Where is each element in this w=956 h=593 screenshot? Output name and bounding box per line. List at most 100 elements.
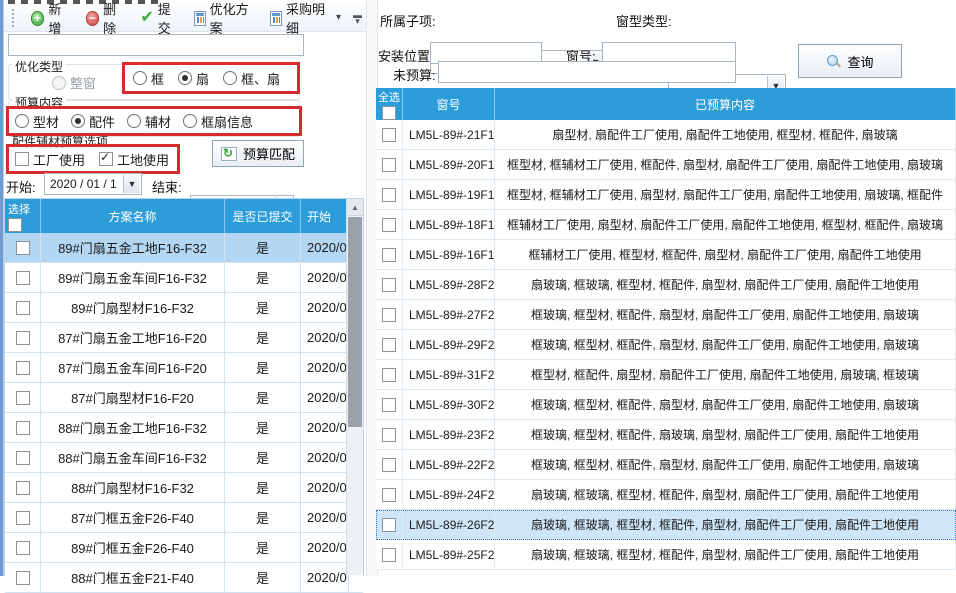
chevron-down-icon[interactable]: ▼ <box>123 175 140 193</box>
plan-table: 选择 方案名称 是否已提交 开始 89#门扇五金工地F16-F32 是 2020… <box>4 198 364 576</box>
table-row[interactable]: LM5L-89#-23F21 框玻璃, 框型材, 框配件, 扇玻璃, 扇型材, … <box>376 420 956 450</box>
table-row[interactable]: LM5L-89#-22F20 框玻璃, 框型材, 框配件, 扇型材, 扇配件工厂… <box>376 450 956 480</box>
table-row-selected[interactable]: LM5L-89#-26F24 扇玻璃, 框玻璃, 框型材, 框配件, 扇型材, … <box>376 510 956 540</box>
row-checkbox[interactable] <box>382 248 396 262</box>
row-checkbox[interactable] <box>16 421 30 435</box>
plan-name: 87#门框五金F26-F40 <box>41 503 225 532</box>
table-row[interactable]: LM5L-89#-27F25 框玻璃, 框型材, 框配件, 扇型材, 扇配件工厂… <box>376 300 956 330</box>
row-checkbox[interactable] <box>382 368 396 382</box>
window-no: LM5L-89#-19F17 <box>403 180 495 209</box>
check-icon: ✔ <box>140 10 153 26</box>
window-no: LM5L-89#-22F20 <box>403 450 495 479</box>
row-checkbox[interactable] <box>382 278 396 292</box>
table-row[interactable]: 88#门扇型材F16-F32 是 2020/0 <box>5 473 363 503</box>
scroll-up-icon[interactable]: ▲ <box>347 199 363 216</box>
window-no: LM5L-89#-29F27 <box>403 330 495 359</box>
budget-match-button[interactable]: 预算匹配 <box>212 140 304 167</box>
row-checkbox[interactable] <box>382 128 396 142</box>
plan-filter-input[interactable] <box>8 34 304 56</box>
no-budget-input[interactable] <box>438 61 736 83</box>
table-row[interactable]: LM5L-89#-19F17 框型材, 框辅材工厂使用, 扇型材, 扇配件工厂使… <box>376 180 956 210</box>
checkbox-factory-use[interactable]: 工厂使用 <box>15 150 85 169</box>
budgeted-content: 框辅材工厂使用, 扇型材, 扇配件工厂使用, 扇配件工地使用, 框型材, 框配件… <box>495 210 956 239</box>
checkbox-icon <box>99 152 113 166</box>
table-row[interactable]: 87#门扇型材F16-F20 是 2020/0 <box>5 383 363 413</box>
table-row[interactable]: 88#门扇五金工地F16-F32 是 2020/0 <box>5 413 363 443</box>
radio-profile[interactable]: 型材 <box>15 112 59 131</box>
vertical-scrollbar[interactable]: ▲ <box>346 199 363 575</box>
radio-icon <box>133 71 147 85</box>
scrollbar-thumb[interactable] <box>348 217 362 427</box>
radio-frame-sash[interactable]: 框、扇 <box>223 69 280 88</box>
report-icon <box>194 11 206 26</box>
plan-name: 88#门扇型材F16-F32 <box>41 473 225 502</box>
row-checkbox[interactable] <box>382 458 396 472</box>
row-checkbox[interactable] <box>382 158 396 172</box>
row-checkbox[interactable] <box>16 541 30 555</box>
col-budgeted-content: 已预算内容 <box>495 88 956 120</box>
toolbar: + 新增 − 删除 ✔ 提交 优化方案 采购明细 ▾ ▬▾ <box>4 5 366 32</box>
row-checkbox[interactable] <box>16 511 30 525</box>
table-row[interactable]: LM5L-89#-18F16 框辅材工厂使用, 扇型材, 扇配件工厂使用, 扇配… <box>376 210 956 240</box>
row-checkbox[interactable] <box>382 548 396 562</box>
table-row[interactable]: LM5L-89#-16F15 框辅材工厂使用, 框型材, 框配件, 扇型材, 扇… <box>376 240 956 270</box>
select-all-checkbox[interactable] <box>382 106 396 120</box>
table-row[interactable]: LM5L-89#-21F19 扇型材, 扇配件工厂使用, 扇配件工地使用, 框型… <box>376 120 956 150</box>
radio-accessory[interactable]: 配件 <box>71 112 115 131</box>
table-row[interactable]: LM5L-89#-30F28 框玻璃, 框型材, 框配件, 扇型材, 扇配件工厂… <box>376 390 956 420</box>
table-row[interactable]: LM5L-89#-31F29 框型材, 框配件, 扇型材, 扇配件工厂使用, 扇… <box>376 360 956 390</box>
row-checkbox[interactable] <box>382 398 396 412</box>
radio-whole-window: 整窗 <box>52 73 96 92</box>
row-checkbox[interactable] <box>16 391 30 405</box>
table-row[interactable]: 89#门扇型材F16-F32 是 2020/0 <box>5 293 363 323</box>
window-no: LM5L-89#-26F24 <box>403 510 495 539</box>
row-checkbox[interactable] <box>382 338 396 352</box>
table-row[interactable]: 89#门框五金F26-F40 是 2020/0 <box>5 533 363 563</box>
row-checkbox[interactable] <box>382 218 396 232</box>
table-row[interactable]: LM5L-89#-24F22 扇玻璃, 框玻璃, 框型材, 框配件, 扇型材, … <box>376 480 956 510</box>
budgeted-content: 框玻璃, 框型材, 框配件, 扇型材, 扇配件工厂使用, 扇配件工地使用, 扇玻… <box>495 390 956 419</box>
no-budget-label: 未预算: <box>393 65 436 84</box>
row-checkbox[interactable] <box>16 301 30 315</box>
budgeted-content: 框玻璃, 框型材, 框配件, 扇型材, 扇配件工厂使用, 扇配件工地使用, 扇玻… <box>495 300 956 329</box>
row-checkbox[interactable] <box>16 241 30 255</box>
table-row[interactable]: 88#门扇五金车间F16-F32 是 2020/0 <box>5 443 363 473</box>
plan-name: 87#门扇型材F16-F20 <box>41 383 225 412</box>
toolbar-overflow-button[interactable]: ▬▾ <box>353 12 362 25</box>
radio-icon <box>52 76 66 90</box>
row-checkbox[interactable] <box>382 428 396 442</box>
select-all-checkbox[interactable] <box>8 218 22 232</box>
row-checkbox[interactable] <box>16 331 30 345</box>
table-row[interactable]: 89#门扇五金车间F16-F32 是 2020/0 <box>5 263 363 293</box>
radio-auxiliary[interactable]: 辅材 <box>127 112 171 131</box>
row-checkbox[interactable] <box>16 451 30 465</box>
date-start-picker[interactable]: 2020 / 01 / 1 ▼ <box>44 173 142 195</box>
table-row[interactable]: LM5L-89#-28F26 扇玻璃, 框玻璃, 框型材, 框配件, 扇型材, … <box>376 270 956 300</box>
radio-frame[interactable]: 框 <box>133 69 164 88</box>
radio-icon <box>223 71 237 85</box>
table-row[interactable]: 89#门扇五金工地F16-F32 是 2020/0 <box>5 233 363 263</box>
row-checkbox[interactable] <box>16 361 30 375</box>
table-row[interactable]: 88#门框五金F21-F40 是 2020/0 <box>5 563 363 593</box>
table-row[interactable]: LM5L-89#-29F27 框玻璃, 框型材, 框配件, 扇型材, 扇配件工厂… <box>376 330 956 360</box>
table-row[interactable]: 87#门扇五金车间F16-F20 是 2020/0 <box>5 353 363 383</box>
row-checkbox[interactable] <box>382 188 396 202</box>
radio-frame-sash-info[interactable]: 框扇信息 <box>183 112 253 131</box>
row-checkbox[interactable] <box>382 308 396 322</box>
table-row[interactable]: LM5L-89#-20F18 框型材, 框辅材工厂使用, 框配件, 扇型材, 扇… <box>376 150 956 180</box>
row-checkbox[interactable] <box>382 488 396 502</box>
radio-sash[interactable]: 扇 <box>178 69 209 88</box>
table-row[interactable]: 87#门扇五金工地F16-F20 是 2020/0 <box>5 323 363 353</box>
table-row[interactable]: 87#门框五金F26-F40 是 2020/0 <box>5 503 363 533</box>
table-row[interactable]: LM5L-89#-25F23 扇玻璃, 框玻璃, 框型材, 框配件, 扇型材, … <box>376 540 956 570</box>
search-icon <box>826 54 841 69</box>
plan-name: 89#门扇型材F16-F32 <box>41 293 225 322</box>
plan-name: 89#门扇五金工地F16-F32 <box>41 233 225 262</box>
row-checkbox[interactable] <box>16 481 30 495</box>
row-checkbox[interactable] <box>382 518 396 532</box>
toolbar-grip[interactable] <box>12 9 17 27</box>
checkbox-site-use[interactable]: 工地使用 <box>99 150 169 169</box>
row-checkbox[interactable] <box>16 271 30 285</box>
row-checkbox[interactable] <box>16 571 30 585</box>
query-button[interactable]: 查询 <box>798 44 902 78</box>
